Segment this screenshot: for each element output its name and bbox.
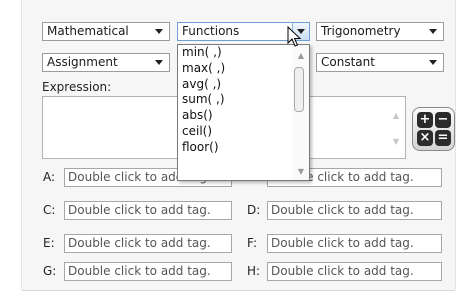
scroll-up-icon[interactable]: ▲ [393, 111, 399, 120]
functions-option-abs[interactable]: abs() [178, 108, 309, 124]
chevron-down-icon [429, 60, 437, 65]
tag-f-letter: F: [247, 236, 258, 250]
tag-f-field[interactable]: Double click to add tag. [267, 234, 442, 253]
constant-select-value: Constant [321, 55, 375, 69]
plus-icon: + [417, 112, 433, 128]
scroll-up-icon[interactable]: ▲ [298, 51, 304, 60]
functions-option-floor[interactable]: floor() [178, 140, 309, 156]
scrollbar-thumb[interactable] [294, 67, 304, 112]
assignment-select[interactable]: Assignment [42, 53, 170, 72]
chevron-down-icon [155, 60, 163, 65]
scroll-down-icon[interactable]: ▼ [298, 167, 304, 176]
tag-h-letter: H: [247, 264, 261, 278]
mouse-cursor-icon [287, 26, 302, 47]
minus-icon: − [435, 112, 451, 128]
tag-h-field[interactable]: Double click to add tag. [267, 262, 442, 281]
equals-icon: = [435, 130, 451, 146]
scroll-down-icon[interactable]: ▼ [393, 137, 399, 146]
calculator-button[interactable]: + − × = [412, 107, 455, 151]
category-select-value: Mathematical [47, 24, 129, 38]
dropdown-scrollbar[interactable]: ▲ ▼ [292, 45, 309, 180]
trigonometry-select[interactable]: Trigonometry [316, 22, 444, 41]
functions-select-value: Functions [182, 24, 240, 38]
expression-label: Expression: [42, 80, 112, 94]
functions-option-max[interactable]: max( ,) [178, 61, 309, 77]
multiply-icon: × [417, 130, 433, 146]
constant-select[interactable]: Constant [316, 53, 444, 72]
tag-g-letter: G: [43, 264, 57, 278]
trigonometry-select-value: Trigonometry [321, 24, 401, 38]
functions-option-sum[interactable]: sum( ,) [178, 92, 309, 108]
tag-e-field[interactable]: Double click to add tag. [64, 234, 232, 253]
tag-a-letter: A: [43, 170, 56, 184]
tag-c-letter: C: [43, 203, 56, 217]
tag-c-field[interactable]: Double click to add tag. [64, 201, 232, 220]
functions-option-avg[interactable]: avg( ,) [178, 77, 309, 93]
tag-d-letter: D: [247, 203, 261, 217]
assignment-select-value: Assignment [47, 55, 118, 69]
chevron-down-icon [155, 29, 163, 34]
tag-g-field[interactable]: Double click to add tag. [64, 262, 232, 281]
tag-d-field[interactable]: Double click to add tag. [267, 201, 442, 220]
functions-dropdown-list: min( ,) max( ,) avg( ,) sum( ,) abs() ce… [177, 44, 310, 181]
category-select[interactable]: Mathematical [42, 22, 170, 41]
chevron-down-icon [429, 29, 437, 34]
functions-option-ceil[interactable]: ceil() [178, 124, 309, 140]
tag-e-letter: E: [43, 236, 55, 250]
